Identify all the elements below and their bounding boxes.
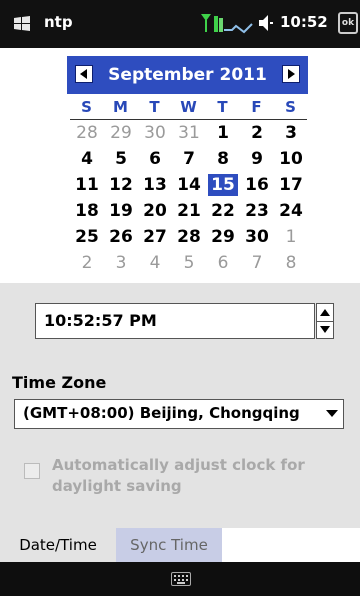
weekday-label: F	[251, 98, 262, 116]
calendar-day[interactable]: 12	[106, 174, 136, 196]
calendar-day-muted[interactable]: 2	[72, 252, 102, 274]
signal-antenna-icon[interactable]	[200, 12, 212, 34]
calendar-day-selected[interactable]: 15	[208, 174, 238, 196]
weekday-label: T	[217, 98, 228, 116]
weekday-label: W	[180, 98, 197, 116]
month-label[interactable]: September 2011	[101, 65, 274, 85]
calendar-day[interactable]: 30	[242, 226, 272, 248]
time-spinner[interactable]	[316, 303, 334, 339]
calendar-day[interactable]: 28	[174, 226, 204, 248]
dst-label: Automatically adjust clock for daylight …	[52, 456, 305, 495]
calendar-day[interactable]: 19	[106, 200, 136, 222]
calendar-day[interactable]: 11	[72, 174, 102, 196]
calendar-day[interactable]: 20	[140, 200, 170, 222]
down-arrow-icon	[320, 326, 330, 333]
calendar-day[interactable]: 5	[106, 148, 136, 170]
ok-button[interactable]: ok	[338, 12, 358, 34]
calendar-day-muted[interactable]: 30	[140, 122, 170, 144]
calendar-day[interactable]: 9	[242, 148, 272, 170]
calendar-day[interactable]: 2	[242, 122, 272, 144]
calendar-day-muted[interactable]: 29	[106, 122, 136, 144]
time-input[interactable]: 10:52:57 PM	[35, 303, 315, 339]
calendar-day-muted[interactable]: 4	[140, 252, 170, 274]
tab-sync-time[interactable]: Sync Time	[116, 528, 222, 562]
calendar-day[interactable]: 18	[72, 200, 102, 222]
calendar-day[interactable]: 17	[276, 174, 306, 196]
calendar-day-muted[interactable]: 31	[174, 122, 204, 144]
up-arrow-icon	[320, 309, 330, 316]
month-calendar: September 2011 S M T W T F S 28 29 30 31 1 2 3…	[0, 48, 360, 283]
time-zone-select[interactable]: (GMT+08:00) Beijing, Chongqing	[14, 399, 344, 429]
calendar-day[interactable]: 3	[276, 122, 306, 144]
keyboard-icon[interactable]	[171, 572, 191, 586]
calendar-day-muted[interactable]: 3	[106, 252, 136, 274]
windows-start-icon[interactable]	[12, 14, 32, 34]
calendar-day-muted[interactable]: 5	[174, 252, 204, 274]
connectivity-icon[interactable]	[214, 14, 254, 34]
dropdown-arrow-icon	[326, 410, 338, 417]
calendar-day[interactable]: 26	[106, 226, 136, 248]
calendar-day[interactable]: 1	[208, 122, 238, 144]
time-zone-label: Time Zone	[12, 373, 107, 392]
calendar-day[interactable]: 24	[276, 200, 306, 222]
calendar-day[interactable]: 14	[174, 174, 204, 196]
calendar-day[interactable]: 21	[174, 200, 204, 222]
calendar-day-muted[interactable]: 6	[208, 252, 238, 274]
calendar-day-muted[interactable]: 7	[242, 252, 272, 274]
weekday-label: S	[285, 98, 296, 116]
calendar-day[interactable]: 22	[208, 200, 238, 222]
calendar-day[interactable]: 10	[276, 148, 306, 170]
weekday-label: T	[149, 98, 160, 116]
tab-bar: Date/Time Sync Time	[0, 528, 360, 562]
time-zone-value: (GMT+08:00) Beijing, Chongqing	[23, 404, 300, 422]
screen: ntp 10:52 ok September 2011 S M T W T F …	[0, 0, 360, 596]
next-month-button[interactable]	[282, 65, 300, 83]
calendar-day[interactable]: 7	[174, 148, 204, 170]
weekday-label: M	[113, 98, 128, 116]
calendar-day-muted[interactable]: 28	[72, 122, 102, 144]
calendar-day-muted[interactable]: 1	[276, 226, 306, 248]
volume-icon[interactable]	[258, 14, 274, 32]
calendar-day[interactable]: 25	[72, 226, 102, 248]
prev-month-button[interactable]	[75, 65, 93, 83]
menu-bar	[0, 562, 360, 596]
calendar-day[interactable]: 4	[72, 148, 102, 170]
spin-down-button[interactable]	[317, 321, 333, 338]
spin-up-button[interactable]	[317, 304, 333, 322]
weekday-divider	[70, 119, 307, 120]
calendar-day[interactable]: 29	[208, 226, 238, 248]
calendar-day[interactable]: 13	[140, 174, 170, 196]
calendar-day-muted[interactable]: 8	[276, 252, 306, 274]
app-title: ntp	[44, 13, 73, 31]
calendar-day[interactable]: 16	[242, 174, 272, 196]
right-arrow-icon	[288, 69, 295, 79]
weekday-label: S	[81, 98, 92, 116]
calendar-header: September 2011	[67, 56, 308, 94]
calendar-day[interactable]: 6	[140, 148, 170, 170]
calendar-day[interactable]: 8	[208, 148, 238, 170]
weekday-header: S M T W T F S	[70, 98, 307, 118]
tab-date-time[interactable]: Date/Time	[0, 528, 116, 562]
left-arrow-icon	[80, 69, 87, 79]
status-bar: ntp 10:52 ok	[0, 0, 360, 48]
calendar-day[interactable]: 27	[140, 226, 170, 248]
calendar-day[interactable]: 23	[242, 200, 272, 222]
settings-panel: 10:52:57 PM Time Zone (GMT+08:00) Beijin…	[0, 283, 360, 528]
clock[interactable]: 10:52	[280, 13, 328, 31]
dst-checkbox[interactable]	[24, 463, 40, 479]
